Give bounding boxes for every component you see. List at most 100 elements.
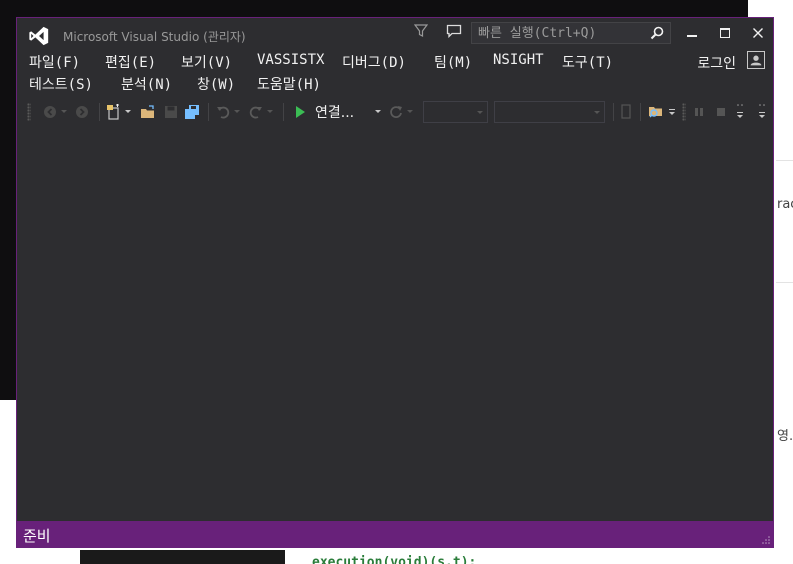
- background-text-fragment: rac: [777, 197, 793, 212]
- find-in-files-button[interactable]: [647, 100, 667, 124]
- toolbar-overflow-button[interactable]: [733, 100, 747, 124]
- navigate-back-dropdown[interactable]: [59, 100, 69, 124]
- menu-team[interactable]: 팀(M): [434, 52, 472, 72]
- toolbar-separator: [99, 103, 100, 121]
- refresh-icon: [390, 106, 402, 118]
- close-icon: [753, 28, 763, 38]
- window-title: Microsoft Visual Studio (관리자): [63, 30, 246, 44]
- menu-help[interactable]: 도움말(H): [257, 74, 321, 94]
- save-button[interactable]: [162, 100, 180, 124]
- toolbar-separator: [640, 103, 641, 121]
- toolbar-grip[interactable]: [682, 103, 686, 121]
- main-document-area: [17, 126, 773, 522]
- forward-arrow-icon: [76, 106, 88, 118]
- toolbar-separator: [283, 103, 284, 121]
- back-arrow-icon: [44, 106, 56, 118]
- stop-icon: [717, 108, 725, 116]
- attach-dropdown[interactable]: [373, 100, 383, 124]
- visual-studio-logo-icon: [29, 26, 49, 46]
- redo-dropdown[interactable]: [265, 100, 275, 124]
- device-icon: [621, 104, 631, 119]
- overflow-chevron-icon: [759, 104, 765, 118]
- chevron-down-icon: [375, 110, 381, 113]
- new-project-button[interactable]: [105, 100, 123, 124]
- standard-toolbar: 연결...: [17, 100, 773, 124]
- status-bar: 준비: [17, 521, 773, 547]
- device-button[interactable]: [617, 100, 635, 124]
- toolbar-grip[interactable]: [27, 103, 31, 121]
- chevron-down-icon: [267, 110, 273, 113]
- minimize-button[interactable]: [677, 22, 707, 44]
- solution-configuration-dropdown[interactable]: [423, 101, 488, 123]
- quick-launch-input[interactable]: [472, 23, 650, 43]
- menu-view[interactable]: 보기(V): [181, 52, 232, 72]
- menu-analyze[interactable]: 분석(N): [121, 74, 172, 94]
- open-file-button[interactable]: [139, 100, 157, 124]
- solution-platform-dropdown[interactable]: [494, 101, 605, 123]
- menu-tools[interactable]: 도구(T): [562, 52, 613, 72]
- menu-row: 파일(F) 편집(E) 보기(V) VASSISTX 디버그(D) 팀(M) N…: [27, 52, 767, 74]
- save-all-icon: [185, 105, 199, 119]
- chevron-down-icon: [61, 110, 67, 113]
- attach-label[interactable]: 연결...: [315, 102, 354, 122]
- pause-button[interactable]: [691, 100, 707, 124]
- new-project-dropdown[interactable]: [123, 100, 133, 124]
- close-button[interactable]: [743, 22, 773, 44]
- menu-debug[interactable]: 디버그(D): [342, 52, 406, 72]
- save-all-button[interactable]: [183, 100, 201, 124]
- resize-grip-icon[interactable]: [761, 535, 771, 545]
- menu-file[interactable]: 파일(F): [29, 52, 80, 72]
- pause-icon: [695, 108, 703, 116]
- notification-filter-icon[interactable]: [414, 24, 428, 38]
- toolbar-separator: [613, 103, 614, 121]
- find-in-files-icon: [649, 107, 662, 118]
- redo-icon: [249, 106, 262, 119]
- background-bottom-strip: execution(void)(s.t);: [0, 550, 793, 564]
- background-text-fragment: 영.: [777, 429, 793, 444]
- new-project-icon: [107, 104, 119, 120]
- refresh-dropdown[interactable]: [405, 100, 415, 124]
- start-debugging-button[interactable]: [293, 100, 307, 124]
- navigate-forward-button[interactable]: [73, 100, 91, 124]
- maximize-button[interactable]: [710, 22, 740, 44]
- undo-icon: [217, 106, 230, 119]
- sign-in-link[interactable]: 로그인: [697, 53, 736, 73]
- chevron-down-icon: [594, 111, 600, 114]
- chevron-down-icon: [407, 110, 413, 113]
- toolbar-separator: [208, 103, 209, 121]
- toolbar-options-dropdown[interactable]: [667, 100, 677, 124]
- chevron-down-icon: [477, 111, 483, 114]
- title-bar[interactable]: Microsoft Visual Studio (관리자): [17, 18, 773, 52]
- stop-button[interactable]: [713, 100, 729, 124]
- account-avatar-icon[interactable]: [747, 51, 765, 69]
- minimize-icon: [687, 35, 697, 37]
- feedback-icon[interactable]: [446, 24, 462, 38]
- undo-button[interactable]: [214, 100, 232, 124]
- status-text: 준비: [23, 527, 51, 545]
- chevron-down-icon: [234, 110, 240, 113]
- refresh-button[interactable]: [387, 100, 405, 124]
- chevron-down-icon: [669, 109, 675, 115]
- menu-bar: 파일(F) 편집(E) 보기(V) VASSISTX 디버그(D) 팀(M) N…: [27, 52, 767, 96]
- save-icon: [165, 106, 177, 118]
- navigate-back-button[interactable]: [41, 100, 59, 124]
- menu-row: 테스트(S) 분석(N) 창(W) 도움말(H): [27, 74, 767, 96]
- redo-button[interactable]: [247, 100, 265, 124]
- background-dark-block: [80, 550, 285, 564]
- background-divider: [776, 282, 793, 283]
- background-code-text: execution(void)(s.t);: [312, 555, 477, 564]
- menu-vassistx[interactable]: VASSISTX: [257, 52, 324, 68]
- background-divider: [776, 160, 793, 161]
- visual-studio-window: Microsoft Visual Studio (관리자) 파일(F): [16, 17, 774, 548]
- menu-window[interactable]: 창(W): [197, 74, 235, 94]
- menu-test[interactable]: 테스트(S): [29, 74, 93, 94]
- menu-edit[interactable]: 편집(E): [105, 52, 156, 72]
- overflow-chevron-icon: [737, 104, 743, 118]
- play-icon: [296, 106, 305, 118]
- quick-launch-box[interactable]: [471, 22, 671, 44]
- toolbar-overflow-button[interactable]: [755, 100, 769, 124]
- chevron-down-icon: [125, 110, 131, 113]
- search-icon[interactable]: [650, 26, 664, 40]
- undo-dropdown[interactable]: [232, 100, 242, 124]
- menu-nsight[interactable]: NSIGHT: [493, 52, 544, 68]
